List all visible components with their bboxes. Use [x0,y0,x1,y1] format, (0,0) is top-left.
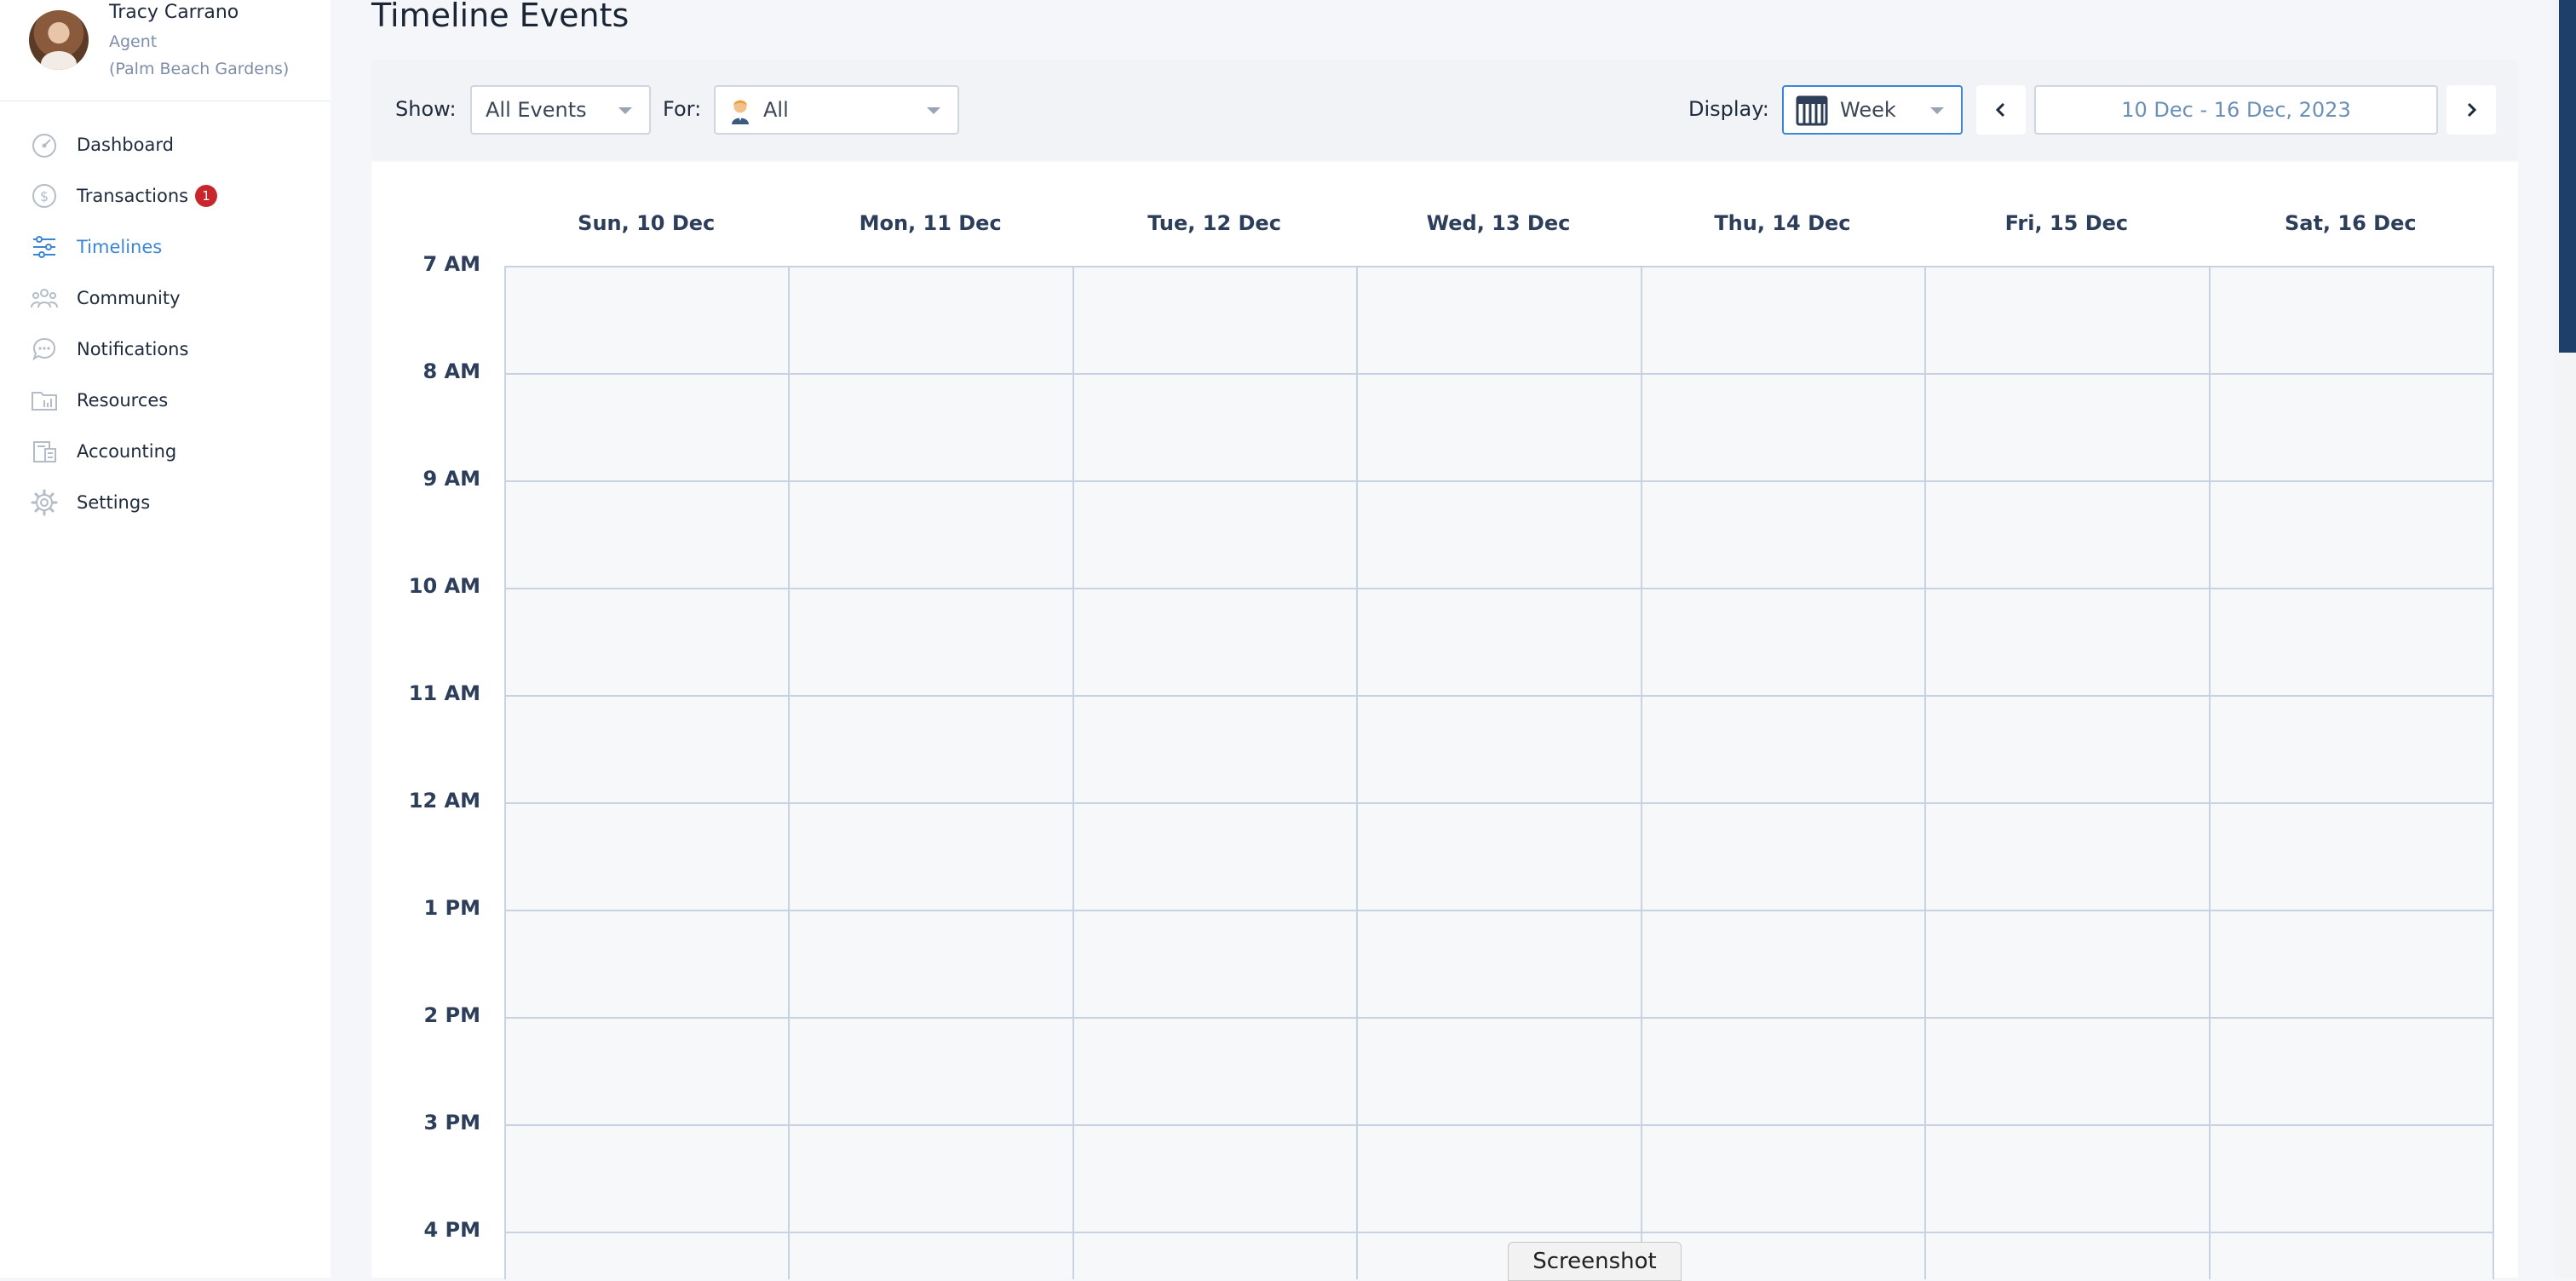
grid-hour-line [506,1124,2494,1126]
show-filter-value: All Events [486,98,587,122]
sidebar-item-community[interactable]: Community [0,273,331,324]
accounting-icon [29,436,60,467]
scrollbar[interactable] [2554,0,2576,1278]
next-week-button[interactable] [2447,85,2496,135]
page-title: Timeline Events [371,0,630,34]
grid-hour-line [506,588,2494,589]
notification-badge: 1 [195,185,218,207]
for-filter-select[interactable]: All [714,85,959,135]
sidebar-item-label: Transactions [77,186,189,206]
display-mode-value: Week [1840,98,1896,122]
show-filter-select[interactable]: All Events [470,85,651,135]
for-label: For: [663,97,702,121]
grid-hour-line [506,910,2494,911]
grid-column-divider [1924,267,1927,1279]
sidebar-item-settings[interactable]: Settings [0,477,331,528]
gear-icon [29,487,60,518]
sidebar-item-timelines[interactable]: Timelines [0,221,331,273]
for-filter-value: All [763,98,789,122]
show-label: Show: [395,97,457,121]
display-mode-select[interactable]: Week [1782,85,1963,135]
day-header: Thu, 14 Dec [1714,211,1851,235]
agent-icon [732,100,749,124]
profile-role: Agent [109,32,158,51]
timeline-icon [29,232,60,262]
week-calendar: Sun, 10 Dec Mon, 11 Dec Tue, 12 Dec Wed, 13… [371,162,2518,1279]
grid-column-divider [1640,267,1642,1279]
day-header: Fri, 15 Dec [2004,211,2129,235]
folder-icon [29,385,60,416]
calendar-grid[interactable] [504,266,2494,1279]
grid-hour-line [506,1017,2494,1019]
sidebar-item-label: Notifications [77,339,189,359]
chevron-down-icon [618,107,632,114]
grid-hour-line [506,373,2494,375]
calendar-icon [1796,95,1828,126]
time-label: 11 AM [408,681,480,705]
avatar[interactable] [29,10,89,70]
sidebar-item-label: Settings [77,492,151,513]
chat-bubble-icon [29,334,60,365]
time-label: 2 PM [423,1003,480,1027]
previous-week-button[interactable] [1976,85,2026,135]
chevron-down-icon [1930,107,1944,114]
grid-hour-line [506,802,2494,804]
grid-column-divider [788,267,791,1279]
sidebar-item-accounting[interactable]: Accounting [0,426,331,477]
main-content: Timeline Events Show: All Events For: Al… [331,0,2554,1279]
user-profile[interactable]: Tracy Carrano Agent (Palm Beach Gardens) [29,0,319,101]
grid-hour-line [506,1232,2494,1233]
svg-text:$: $ [40,188,49,204]
day-header: Wed, 13 Dec [1426,211,1571,235]
grid-column-divider [1356,267,1359,1279]
time-label: 9 AM [423,467,480,491]
dollar-icon: $ [29,181,60,211]
chevron-left-icon [1995,102,2005,118]
date-range-display[interactable]: 10 Dec - 16 Dec, 2023 [2034,85,2438,135]
sidebar-nav: Dashboard $ Transactions 1 Timelines Com… [0,119,331,528]
profile-name: Tracy Carrano [109,2,239,23]
grid-hour-line [506,480,2494,482]
screenshot-button[interactable]: Screenshot [1508,1242,1682,1281]
sidebar-item-label: Timelines [77,237,163,257]
time-label: 3 PM [423,1111,480,1135]
grid-column-divider [2208,267,2211,1279]
sidebar-item-notifications[interactable]: Notifications [0,324,331,375]
sidebar: Tracy Carrano Agent (Palm Beach Gardens)… [0,0,331,1278]
time-label: 8 AM [423,359,480,383]
grid-column-divider [1072,267,1074,1279]
grid-column-divider [2493,267,2494,1279]
sidebar-item-dashboard[interactable]: Dashboard [0,119,331,170]
profile-office: (Palm Beach Gardens) [109,60,290,78]
day-header: Sat, 16 Dec [2284,211,2417,235]
day-header: Mon, 11 Dec [859,211,1002,235]
sidebar-item-label: Community [77,288,181,308]
sidebar-item-resources[interactable]: Resources [0,375,331,426]
community-icon [29,283,60,313]
time-label: 1 PM [423,896,480,920]
day-header: Sun, 10 Dec [578,211,716,235]
time-label: 10 AM [408,574,480,598]
time-label: 4 PM [423,1218,480,1242]
sidebar-item-label: Dashboard [77,135,174,155]
chevron-right-icon [2467,102,2477,118]
filter-toolbar: Show: All Events For: All Display: Week [371,60,2518,160]
chevron-down-icon [927,107,940,114]
sidebar-item-label: Resources [77,390,169,411]
dashboard-icon [29,129,60,160]
sidebar-item-transactions[interactable]: $ Transactions 1 [0,170,331,221]
grid-hour-line [506,695,2494,697]
display-label: Display: [1688,97,1769,121]
time-label: 7 AM [423,252,480,276]
day-header: Tue, 12 Dec [1147,211,1281,235]
time-label: 12 AM [408,789,480,813]
sidebar-item-label: Accounting [77,441,177,462]
